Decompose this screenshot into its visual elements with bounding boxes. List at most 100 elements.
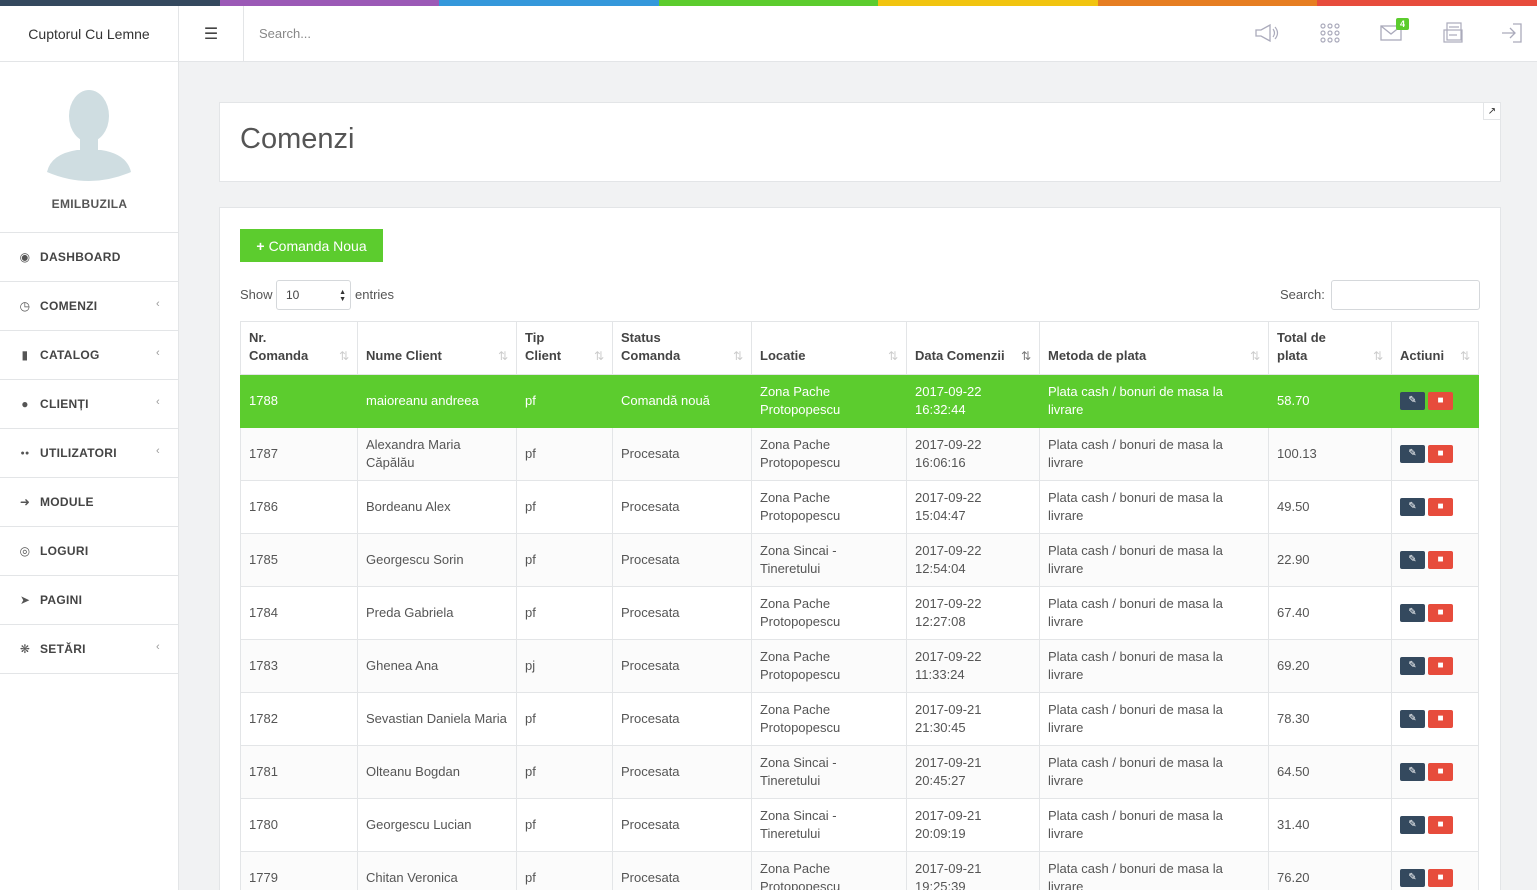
sidebar-item-pagini[interactable]: ➤ PAGINI [0, 576, 178, 625]
edit-order-button[interactable]: ✎ [1400, 551, 1425, 570]
actions-cell: ✎ ■ [1391, 533, 1479, 587]
cell-client: maioreanu andreea [357, 374, 517, 428]
chevron-left-icon: ‹ [156, 298, 160, 310]
table-row[interactable]: 1788 maioreanu andreea pf Comandă nouă Zona … [240, 374, 1479, 428]
table-row[interactable]: 1786 Bordeanu Alex pf Procesata Zona Pache P… [240, 480, 1479, 534]
pencil-icon: ✎ [1408, 554, 1417, 566]
table-row[interactable]: 1780 Georgescu Lucian pf Procesata Zona Sinc… [240, 798, 1479, 852]
expand-panel-button[interactable]: ↗ [1483, 102, 1501, 120]
order-date-cell: 2017-09-21 20:45:27 [906, 745, 1040, 799]
edit-order-button[interactable]: ✎ [1400, 869, 1425, 888]
user-icon: ● [21, 397, 29, 411]
table-row[interactable]: 1784 Preda Gabriela pf Procesata Zona Pache … [240, 586, 1479, 640]
sort-icon: ⇅ [338, 349, 349, 363]
trash-icon: ■ [1437, 554, 1444, 566]
table-header-row: Nr. Comanda ⇅ Nume Client ⇅ Tip Client ⇅ Status C… [240, 321, 1479, 375]
sidebar-item-module[interactable]: ➜ MODULE [0, 478, 178, 527]
edit-order-button[interactable]: ✎ [1400, 763, 1425, 782]
edit-order-button[interactable]: ✎ [1400, 392, 1425, 411]
cell-tip: pf [516, 374, 613, 428]
delete-order-button[interactable]: ■ [1428, 816, 1453, 835]
cell-metoda: Plata cash / bonuri de masa la livrare [1039, 692, 1269, 746]
sidebar-item-dashboard[interactable]: ◉ DASHBOARD [0, 233, 178, 282]
table-row[interactable]: 1787 Alexandra Maria Căpălău pf Procesata Zo… [240, 427, 1479, 481]
sidebar-item-label: PAGINI [40, 593, 83, 607]
orders-panel: + Comanda Noua Show 10 ▲ ▼ entries Search… [219, 207, 1501, 890]
delete-order-button[interactable]: ■ [1428, 498, 1453, 517]
brand-name[interactable]: Cuptorul Cu Lemne [0, 6, 179, 61]
logout-icon[interactable] [1497, 20, 1525, 46]
column-header[interactable]: Status Comanda ⇅ [612, 321, 752, 375]
table-row[interactable]: 1779 Chitan Veronica pf Procesata Zona Pache… [240, 851, 1479, 890]
column-header[interactable]: Tip Client ⇅ [516, 321, 613, 375]
actions-cell: ✎ ■ [1391, 480, 1479, 534]
edit-order-button[interactable]: ✎ [1400, 604, 1425, 623]
delete-order-button[interactable]: ■ [1428, 445, 1453, 464]
menu-toggle-button[interactable]: ☰ [179, 6, 244, 61]
table-row[interactable]: 1783 Ghenea Ana pj Procesata Zona Pache Prot… [240, 639, 1479, 693]
megaphone-icon[interactable] [1253, 20, 1281, 46]
table-search-input[interactable] [1331, 280, 1480, 310]
column-header-line1: Nr. [249, 330, 267, 345]
sidebar-item-label: LOGURI [40, 544, 89, 558]
column-header[interactable]: Locatie ⇅ [751, 321, 907, 375]
edit-order-button[interactable]: ✎ [1400, 710, 1425, 729]
sidebar-item-catalog[interactable]: ▮ CATALOG ‹ [0, 331, 178, 380]
actions-cell: ✎ ■ [1391, 374, 1479, 428]
delete-order-button[interactable]: ■ [1428, 392, 1453, 411]
sidebar-item-setri[interactable]: ❋ SETĂRI ‹ [0, 625, 178, 674]
hamburger-icon: ☰ [203, 25, 219, 43]
cell-total: 49.50 [1268, 480, 1392, 534]
order-date-cell: 2017-09-21 20:09:19 [906, 798, 1040, 852]
sidebar-item-label: UTILIZATORI [40, 446, 117, 460]
column-header[interactable]: Nr. Comanda ⇅ [240, 321, 358, 375]
delete-order-button[interactable]: ■ [1428, 710, 1453, 729]
cell-total: 100.13 [1268, 427, 1392, 481]
column-header[interactable]: Data Comenzii ⇅ [906, 321, 1040, 375]
cell-nr: 1785 [240, 533, 358, 587]
pencil-icon: ✎ [1408, 395, 1417, 407]
cell-tip: pf [516, 798, 613, 852]
cell-status: Procesata [612, 480, 752, 534]
edit-order-button[interactable]: ✎ [1400, 445, 1425, 464]
delete-order-button[interactable]: ■ [1428, 763, 1453, 782]
order-date-cell: 2017-09-22 11:33:24 [906, 639, 1040, 693]
printer-icon[interactable] [1439, 20, 1467, 46]
cell-locatie: Zona Pache Protopopescu [751, 692, 907, 746]
sort-icon: ⇅ [732, 349, 743, 363]
delete-order-button[interactable]: ■ [1428, 657, 1453, 676]
apps-grid-icon[interactable] [1316, 20, 1344, 46]
order-time: 12:27:08 [915, 614, 966, 629]
order-time: 12:54:04 [915, 561, 966, 576]
column-header-line1: Status [621, 330, 661, 345]
column-header[interactable]: Total de plata ⇅ [1268, 321, 1392, 375]
avatar [47, 90, 131, 181]
column-header[interactable]: Metoda de plata ⇅ [1039, 321, 1269, 375]
sidebar-item-clieni[interactable]: ● CLIENȚI ‹ [0, 380, 178, 429]
mail-icon[interactable]: 4 [1377, 18, 1409, 46]
table-row[interactable]: 1781 Olteanu Bogdan pf Procesata Zona Sincai… [240, 745, 1479, 799]
edit-order-button[interactable]: ✎ [1400, 657, 1425, 676]
sidebar-item-comenzi[interactable]: ◷ COMENZI ‹ [0, 282, 178, 331]
column-header[interactable]: Nume Client ⇅ [357, 321, 517, 375]
users-icon: ●● [20, 449, 30, 457]
sidebar-item-utilizatori[interactable]: ●● UTILIZATORI ‹ [0, 429, 178, 478]
show-label: Show [240, 287, 273, 302]
new-order-button[interactable]: + Comanda Noua [240, 229, 383, 262]
entries-select[interactable]: 10 ▲ ▼ [276, 280, 351, 310]
edit-order-button[interactable]: ✎ [1400, 816, 1425, 835]
delete-order-button[interactable]: ■ [1428, 869, 1453, 888]
cell-status: Comandă nouă [612, 374, 752, 428]
column-header[interactable]: Actiuni ⇅ [1391, 321, 1479, 375]
sidebar-item-loguri[interactable]: ◎ LOGURI [0, 527, 178, 576]
cell-locatie: Zona Sincai - Tineretului [751, 745, 907, 799]
sidebar-item-label: SETĂRI [40, 642, 86, 656]
plus-icon: + [256, 237, 265, 254]
edit-order-button[interactable]: ✎ [1400, 498, 1425, 517]
table-row[interactable]: 1782 Sevastian Daniela Maria pf Procesata Zo… [240, 692, 1479, 746]
cell-client: Bordeanu Alex [357, 480, 517, 534]
top-search-input[interactable] [259, 23, 659, 43]
delete-order-button[interactable]: ■ [1428, 604, 1453, 623]
table-row[interactable]: 1785 Georgescu Sorin pf Procesata Zona Sinca… [240, 533, 1479, 587]
delete-order-button[interactable]: ■ [1428, 551, 1453, 570]
